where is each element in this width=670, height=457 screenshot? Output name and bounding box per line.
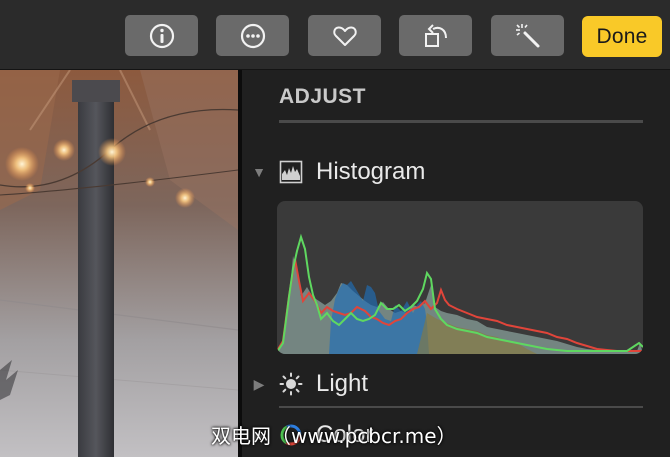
- watermark-text: 双电网（www.pcbcr.me）: [211, 424, 457, 448]
- info-icon: [149, 23, 174, 48]
- light-divider: [279, 406, 643, 408]
- magic-wand-icon: [515, 23, 539, 47]
- heart-icon: [332, 25, 357, 46]
- ellipsis-icon: [240, 23, 265, 48]
- section-histogram[interactable]: ▼ Histogram: [250, 157, 425, 187]
- light-label: Light: [316, 370, 369, 397]
- more-button[interactable]: [216, 15, 289, 56]
- disclosure-expanded-icon[interactable]: ▼: [250, 164, 268, 180]
- adjust-sidebar: ADJUST ▼ Histogram ▶ Light ▶ Color: [242, 70, 670, 457]
- done-button[interactable]: Done: [582, 16, 662, 57]
- toolbar: Done: [0, 0, 670, 70]
- info-button[interactable]: [125, 15, 198, 56]
- title-divider: [279, 120, 643, 123]
- photo-image: [0, 70, 238, 457]
- favorite-button[interactable]: [308, 15, 381, 56]
- section-light[interactable]: ▶ Light: [250, 369, 368, 399]
- disclosure-collapsed-icon[interactable]: ▶: [250, 376, 268, 393]
- histogram-chart: [277, 201, 643, 354]
- photo-preview[interactable]: [0, 70, 238, 457]
- histogram-label: Histogram: [316, 158, 426, 185]
- sun-icon: [278, 371, 304, 397]
- adjust-title: ADJUST: [279, 85, 367, 108]
- histogram-icon: [278, 159, 304, 185]
- enhance-button[interactable]: [491, 15, 564, 56]
- rotate-left-icon: [424, 23, 447, 47]
- histogram-graph: [277, 233, 643, 354]
- histogram-blue-area: [329, 281, 429, 354]
- rotate-button[interactable]: [399, 15, 472, 56]
